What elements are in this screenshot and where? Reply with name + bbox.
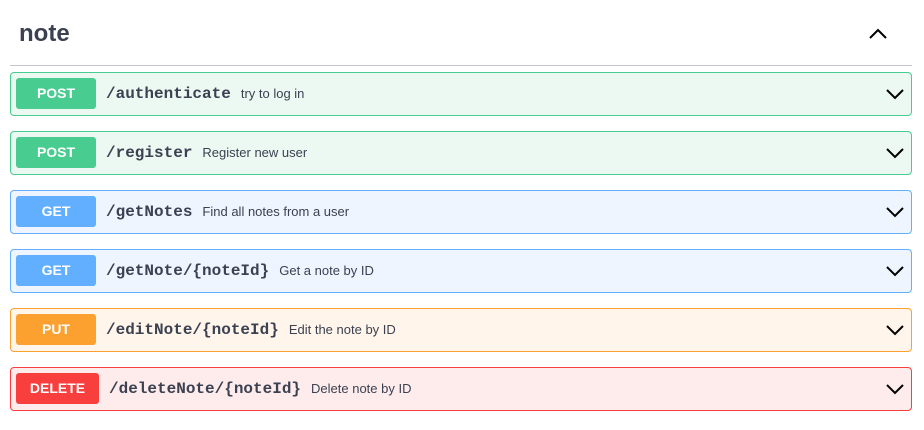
method-badge: GET bbox=[16, 255, 96, 286]
note-section: note POST /authenticate try to log in PO… bbox=[0, 0, 924, 430]
operation-delete-note[interactable]: DELETE /deleteNote/{noteId} Delete note … bbox=[10, 367, 912, 411]
operation-summary: Find all notes from a user bbox=[202, 204, 350, 219]
operation-path: /editNote/{noteId} bbox=[106, 321, 279, 339]
method-badge: GET bbox=[16, 196, 96, 227]
operation-path: /getNotes bbox=[106, 203, 193, 221]
method-badge: DELETE bbox=[16, 373, 99, 404]
method-badge: PUT bbox=[16, 314, 96, 345]
chevron-down-icon[interactable] bbox=[885, 84, 905, 104]
operation-get-note[interactable]: GET /getNote/{noteId} Get a note by ID bbox=[10, 249, 912, 293]
chevron-down-icon[interactable] bbox=[885, 379, 905, 399]
operation-summary: Delete note by ID bbox=[311, 381, 412, 396]
section-header[interactable]: note bbox=[10, 6, 912, 66]
operation-register[interactable]: POST /register Register new user bbox=[10, 131, 912, 175]
operation-summary: try to log in bbox=[240, 86, 305, 101]
operation-path: /deleteNote/{noteId} bbox=[109, 380, 302, 398]
chevron-down-icon[interactable] bbox=[885, 320, 905, 340]
chevron-down-icon[interactable] bbox=[885, 143, 905, 163]
chevron-down-icon[interactable] bbox=[885, 202, 905, 222]
operation-edit-note[interactable]: PUT /editNote/{noteId} Edit the note by … bbox=[10, 308, 912, 352]
section-title: note bbox=[19, 20, 70, 47]
operation-summary: Get a note by ID bbox=[279, 263, 374, 278]
operation-authenticate[interactable]: POST /authenticate try to log in bbox=[10, 72, 912, 116]
method-badge: POST bbox=[16, 78, 96, 109]
operation-path: /getNote/{noteId} bbox=[106, 262, 270, 280]
operation-summary: Register new user bbox=[202, 145, 308, 160]
operation-path: /register bbox=[106, 144, 193, 162]
operation-summary: Edit the note by ID bbox=[288, 322, 396, 337]
method-badge: POST bbox=[16, 137, 96, 168]
operation-get-notes[interactable]: GET /getNotes Find all notes from a user bbox=[10, 190, 912, 234]
chevron-up-icon[interactable] bbox=[866, 22, 890, 46]
chevron-down-icon[interactable] bbox=[885, 261, 905, 281]
operation-path: /authenticate bbox=[106, 85, 231, 103]
